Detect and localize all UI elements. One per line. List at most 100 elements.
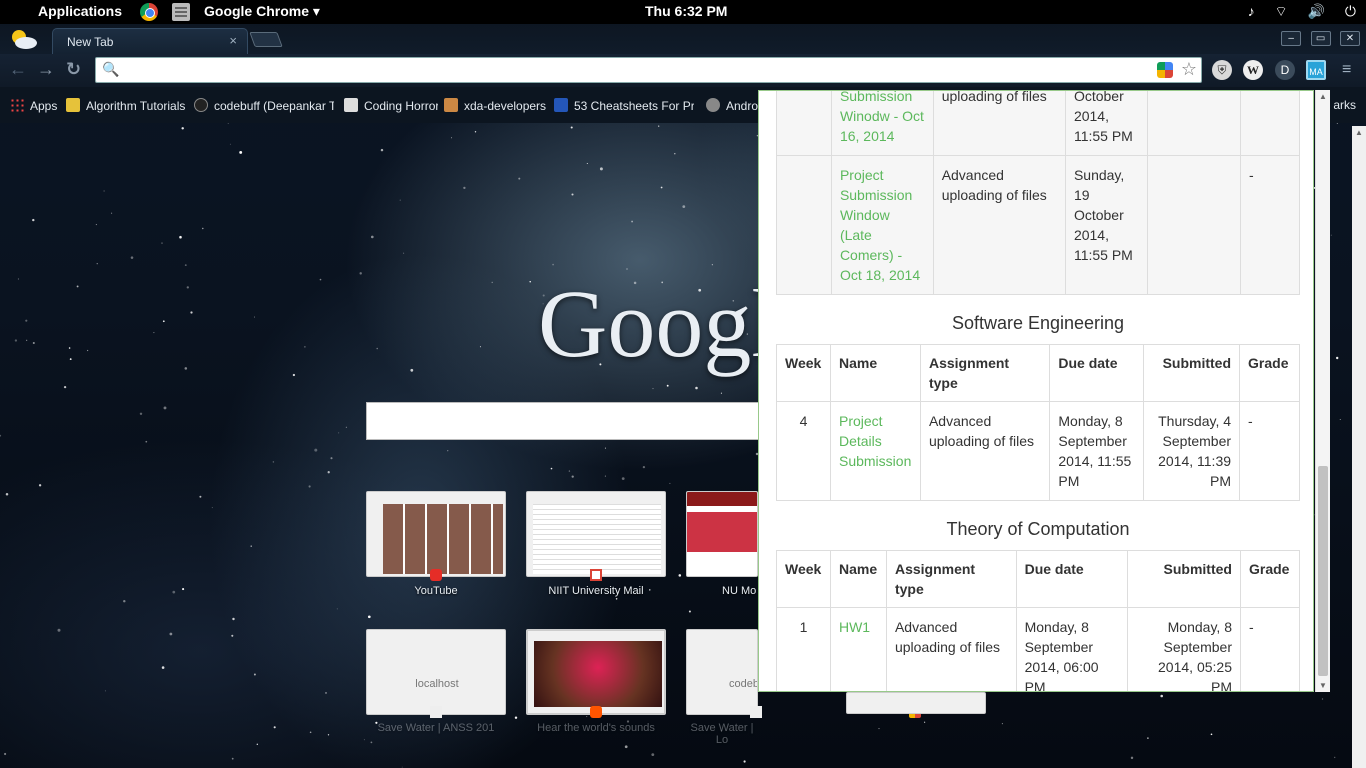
chrome-icon[interactable]	[140, 3, 158, 21]
omnibox[interactable]: 🔍 ☆	[95, 57, 1202, 83]
moodle-assignments-extension-icon[interactable]: MA	[1306, 60, 1326, 80]
type-cell: Advanced uploading of files	[919, 401, 1051, 501]
star	[172, 590, 176, 594]
star	[57, 628, 61, 632]
header-submitted[interactable]: Submitted	[1127, 550, 1241, 608]
volume-icon[interactable]: 🔊	[1308, 3, 1325, 19]
bookmark-android[interactable]: Androi	[706, 98, 758, 113]
reload-button[interactable]: ↻	[66, 59, 81, 80]
search-icon: 🔍	[102, 61, 120, 77]
star	[599, 167, 603, 171]
star	[363, 739, 365, 741]
grade-cell: -	[1239, 155, 1301, 295]
chrome-menu-icon[interactable]: ≡	[1342, 61, 1351, 79]
files-icon[interactable]	[172, 3, 190, 21]
header-assignment-type[interactable]: Assignment type	[885, 550, 1017, 608]
most-visited-tile-google[interactable]	[846, 692, 986, 714]
most-visited-tile-localhost[interactable]: localhost	[366, 629, 506, 715]
page-icon	[430, 706, 442, 718]
tile-thumbnail	[687, 492, 757, 576]
star	[202, 227, 204, 230]
bookmark-other[interactable]: arks	[1333, 98, 1356, 112]
shield-extension-icon[interactable]: ⛨	[1212, 60, 1232, 80]
bookmark-favicon	[344, 98, 358, 112]
star	[711, 264, 713, 266]
forward-button[interactable]: →	[37, 59, 55, 80]
music-icon[interactable]: ♪	[1248, 3, 1255, 19]
star	[250, 545, 252, 547]
most-visited-tile-mail[interactable]	[526, 491, 666, 577]
star	[76, 285, 79, 288]
close-window-button[interactable]: ✕	[1340, 31, 1360, 46]
minimize-button[interactable]: ‒	[1281, 31, 1302, 46]
assignments-popup: Submission Winodw - Oct 16, 2014 uploadi…	[758, 90, 1314, 692]
tab-new-tab[interactable]: New Tab ×	[52, 28, 248, 54]
bookmark-favicon	[66, 98, 80, 112]
bookmark-star-icon[interactable]: ☆	[1181, 59, 1197, 80]
assignment-table-previous: Submission Winodw - Oct 16, 2014 uploadi…	[776, 91, 1301, 295]
star	[123, 599, 126, 603]
dictionary-extension-icon[interactable]: D	[1275, 60, 1295, 80]
popup-scrollbar[interactable]: ▲ ▼	[1315, 90, 1330, 692]
most-visited-tile-nu[interactable]	[686, 491, 758, 577]
active-app-menu[interactable]: Google Chrome ▾	[204, 3, 320, 20]
page-scrollbar[interactable]: ▲	[1352, 126, 1366, 768]
close-icon[interactable]: ×	[229, 33, 237, 48]
header-due-date[interactable]: Due date	[1049, 344, 1145, 402]
bookmark-apps[interactable]: Apps	[10, 98, 57, 113]
tile-label: Hear the world's sounds	[537, 722, 655, 734]
most-visited-tile-youtube[interactable]	[366, 491, 506, 577]
tile-thumb-text: localhost	[415, 678, 459, 690]
star	[273, 726, 276, 729]
wikipedia-extension-icon[interactable]: W	[1243, 60, 1263, 80]
star	[666, 384, 669, 387]
star	[345, 426, 347, 428]
address-input[interactable]	[124, 61, 1144, 80]
star	[631, 220, 634, 223]
star	[330, 457, 333, 460]
header-week[interactable]: Week	[776, 344, 831, 402]
maximize-button[interactable]: ▭	[1310, 31, 1331, 46]
power-icon[interactable]: ⏻	[1345, 3, 1356, 19]
most-visited-tile-soundcloud[interactable]	[526, 629, 666, 715]
submitted-cell: Thursday, 4 September 2014, 11:39 PM	[1143, 401, 1241, 501]
star	[550, 467, 553, 470]
scroll-up-arrow-icon[interactable]: ▲	[1319, 92, 1327, 101]
wifi-icon[interactable]: ⌔	[1275, 3, 1288, 19]
header-submitted[interactable]: Submitted	[1143, 344, 1241, 402]
star	[179, 235, 182, 239]
applications-menu[interactable]: Applications	[38, 3, 122, 19]
grade-cell	[1239, 91, 1301, 156]
star	[658, 125, 660, 127]
bookmark-algorithm-tutorials[interactable]: Algorithm Tutorials	[66, 98, 188, 113]
google-voice-search-icon[interactable]	[1157, 62, 1173, 78]
clock[interactable]: Thu 6:32 PM	[645, 3, 727, 19]
header-assignment-type[interactable]: Assignment type	[919, 344, 1051, 402]
star	[624, 745, 628, 749]
header-grade[interactable]: Grade	[1239, 344, 1300, 402]
star	[327, 471, 330, 474]
table-row: Submission Winodw - Oct 16, 2014 uploadi…	[776, 91, 1301, 156]
assignment-link[interactable]: Project Details Submission	[829, 401, 921, 501]
assignment-link[interactable]: Submission Winodw - Oct 16, 2014	[830, 91, 934, 156]
back-button[interactable]: ←	[9, 59, 27, 80]
bookmark-cheatsheets[interactable]: 53 Cheatsheets For Prog	[554, 98, 694, 113]
most-visited-tile-codebuff[interactable]: codeb	[686, 629, 758, 715]
header-week[interactable]: Week	[776, 550, 831, 608]
assignment-link[interactable]: HW1	[829, 607, 887, 691]
scrollbar-thumb[interactable]	[1318, 466, 1328, 676]
new-tab-button[interactable]	[249, 32, 283, 47]
course-title: Theory of Computation	[946, 519, 1130, 539]
header-name[interactable]: Name	[829, 550, 887, 608]
assignment-link[interactable]: Project Submission Window (Late Comers) …	[830, 155, 934, 295]
header-due-date[interactable]: Due date	[1015, 550, 1129, 608]
header-grade[interactable]: Grade	[1239, 550, 1301, 608]
scroll-down-arrow-icon[interactable]: ▼	[1319, 681, 1327, 690]
star	[14, 339, 18, 342]
bookmark-codebuff[interactable]: codebuff (Deepankar Ty	[194, 98, 334, 113]
star	[229, 143, 231, 145]
scroll-up-arrow-icon[interactable]: ▲	[1355, 128, 1363, 137]
header-name[interactable]: Name	[829, 344, 921, 402]
bookmark-coding-horror[interactable]: Coding Horror	[344, 98, 438, 113]
bookmark-xda-developers[interactable]: xda-developers	[444, 98, 546, 113]
